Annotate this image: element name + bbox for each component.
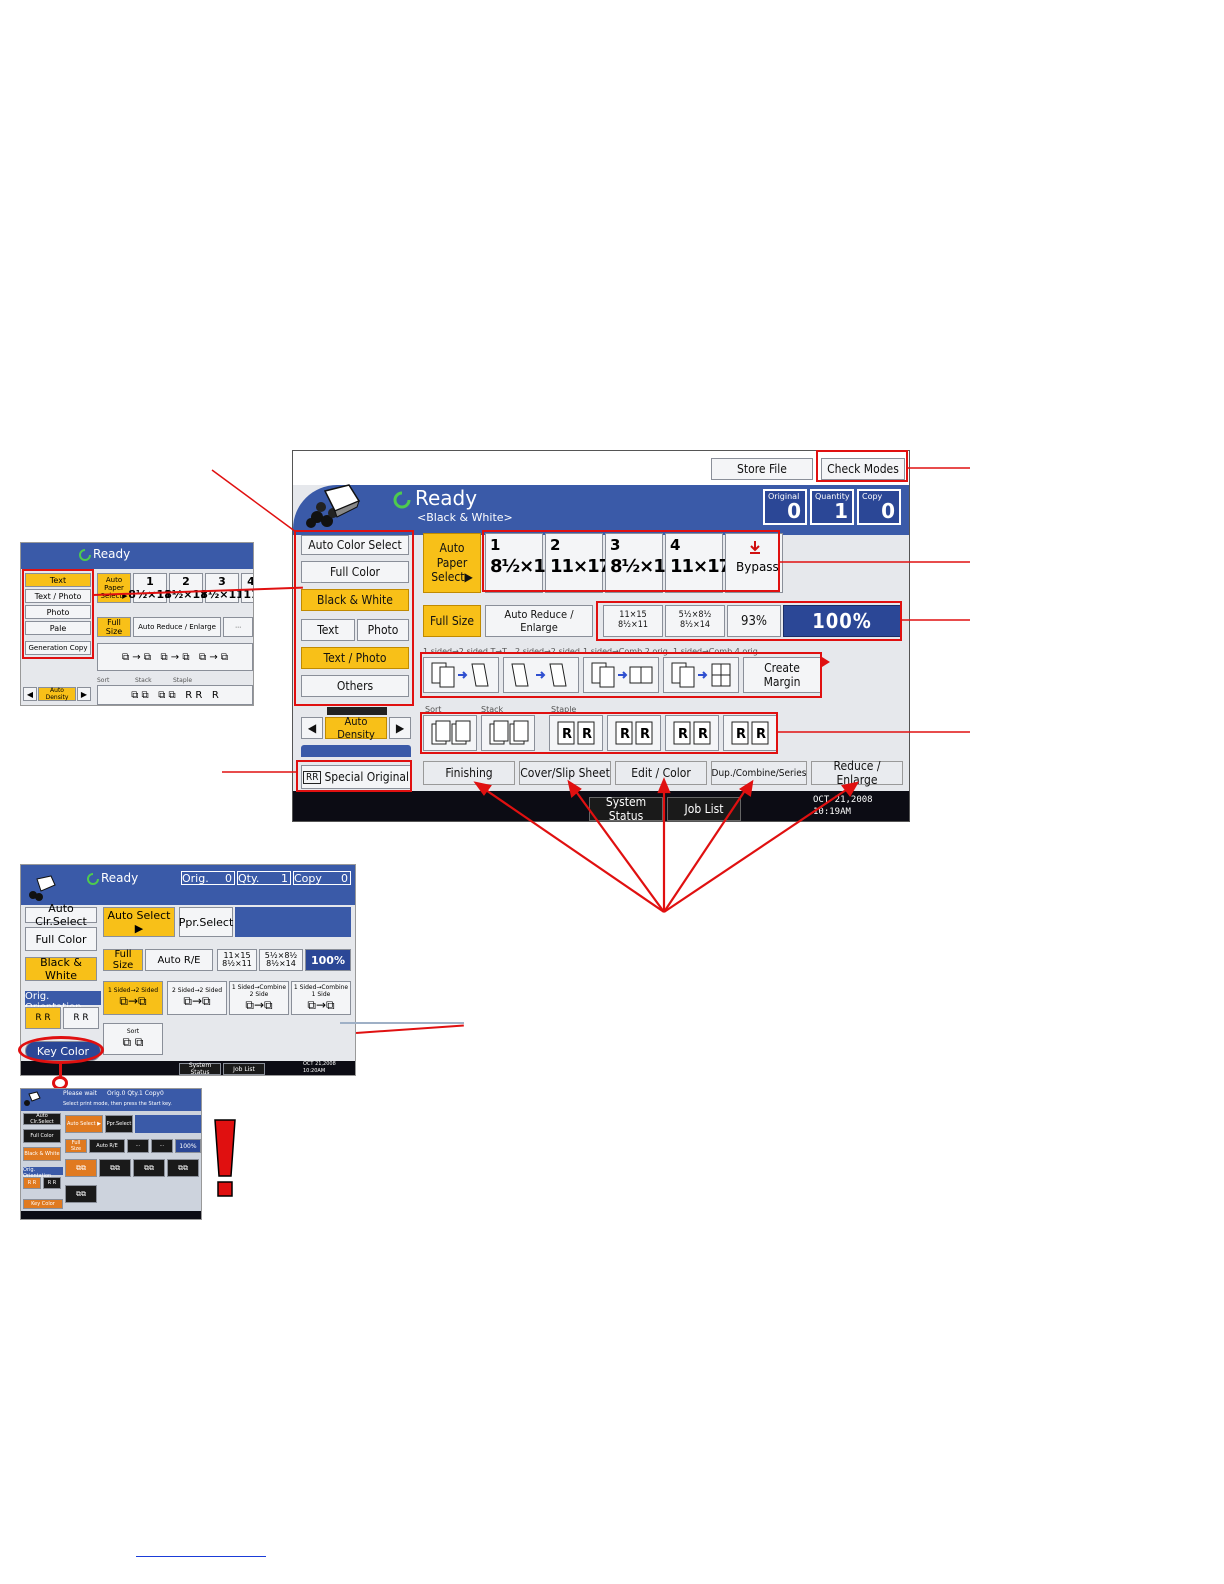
footer-link-underline: [136, 1556, 266, 1557]
callout-lines: [211, 467, 970, 913]
